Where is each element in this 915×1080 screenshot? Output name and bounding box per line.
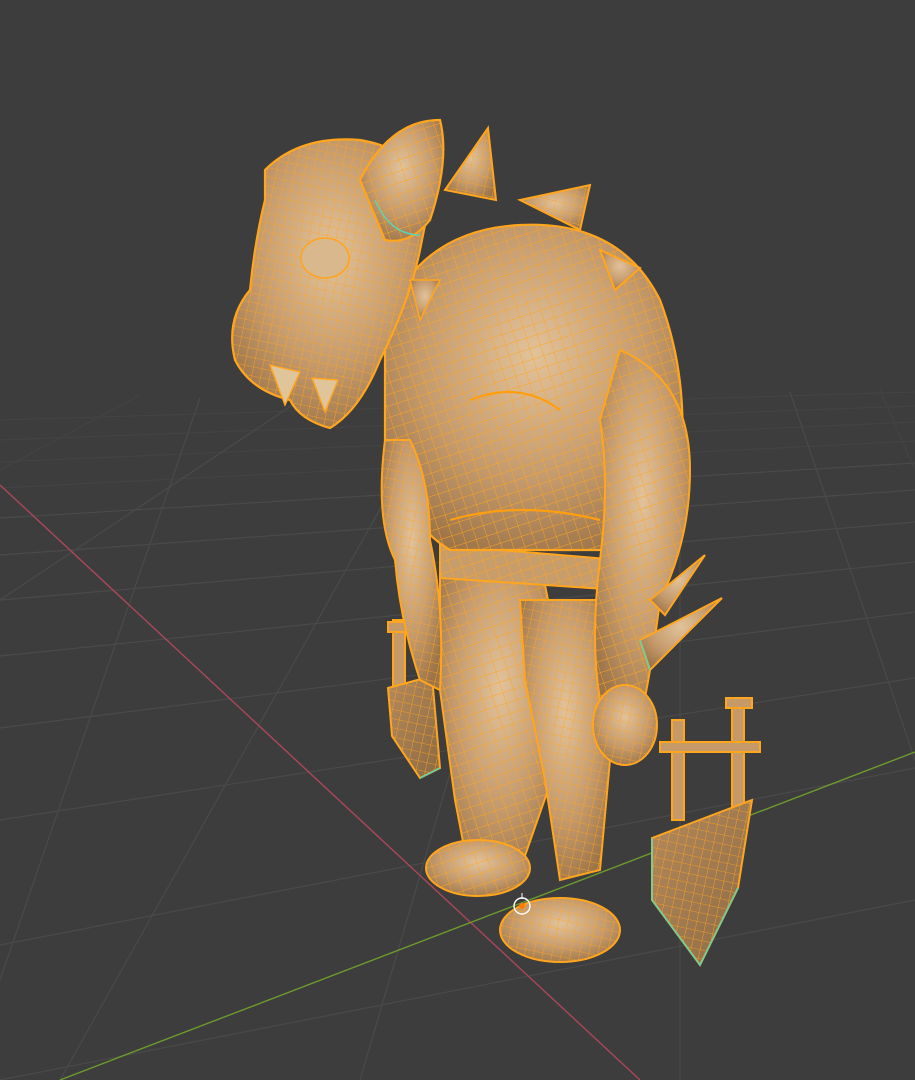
character-mesh[interactable] [231,118,761,967]
3d-viewport[interactable] [0,0,915,1080]
legs[interactable] [439,559,612,882]
right-shovel[interactable] [651,697,761,967]
right-arm[interactable] [592,348,723,766]
scene-canvas[interactable] [0,0,915,1080]
